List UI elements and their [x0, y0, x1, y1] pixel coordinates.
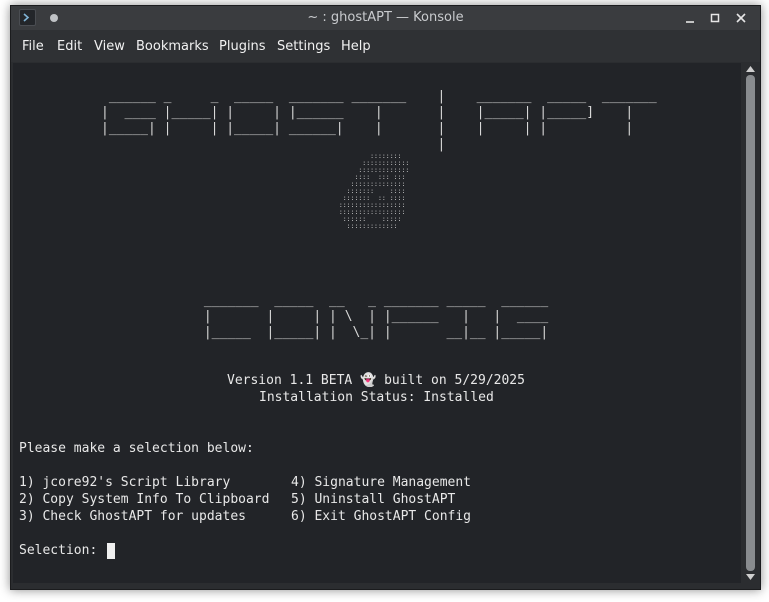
- menu-view[interactable]: View: [94, 39, 125, 54]
- scroll-thumb[interactable]: [746, 75, 755, 571]
- terminal-scrollbar[interactable]: [743, 63, 758, 583]
- menu-bar: File Edit View Bookmarks Plugins Setting…: [11, 30, 760, 62]
- option-exit: 6) Exit GhostAPT Config: [291, 509, 472, 524]
- konsole-window: ~ : ghostAPT — Konsole File Edit View Bo…: [10, 5, 761, 590]
- selection-prompt: Selection:: [19, 543, 106, 558]
- minimize-icon[interactable]: [680, 8, 700, 28]
- installation-status: Installation Status: Installed: [259, 390, 494, 405]
- option-script-library: 1) jcore92's Script Library: [19, 475, 231, 490]
- scroll-up-icon[interactable]: [746, 66, 755, 72]
- maximize-icon[interactable]: [705, 8, 725, 28]
- option-copy-system-info: 2) Copy System Info To Clipboard: [19, 492, 270, 507]
- menu-help[interactable]: Help: [341, 39, 371, 54]
- option-uninstall: 5) Uninstall GhostAPT: [291, 492, 456, 507]
- text-cursor: [107, 543, 115, 559]
- option-signature-management: 4) Signature Management: [291, 475, 472, 490]
- menu-bookmarks[interactable]: Bookmarks: [136, 39, 209, 54]
- menu-edit[interactable]: Edit: [57, 39, 82, 54]
- config-banner: _______ _____ __ _ _______ _____ ______ …: [203, 293, 549, 340]
- version-line: Version 1.1 BETA 👻 built on 5/29/2025: [227, 373, 525, 388]
- option-check-updates: 3) Check GhostAPT for updates: [19, 509, 246, 524]
- scroll-down-icon[interactable]: [746, 574, 755, 580]
- menu-plugins[interactable]: Plugins: [219, 39, 266, 54]
- menu-settings[interactable]: Settings: [277, 39, 330, 54]
- ghostapt-banner: ______ _ _ _____ _______ _______ | _____…: [101, 89, 657, 152]
- window-title: ~ : ghostAPT — Konsole: [307, 10, 464, 25]
- menu-file[interactable]: File: [22, 39, 44, 54]
- ghost-ascii-art: :::::::: :::::::::::: ::::::::::::: ::::…: [338, 152, 410, 230]
- prompt-heading: Please make a selection below:: [19, 441, 254, 456]
- close-icon[interactable]: [731, 8, 751, 28]
- title-bar[interactable]: ~ : ghostAPT — Konsole: [11, 6, 760, 30]
- terminal-display[interactable]: ______ _ _ _____ _______ _______ | _____…: [13, 63, 741, 583]
